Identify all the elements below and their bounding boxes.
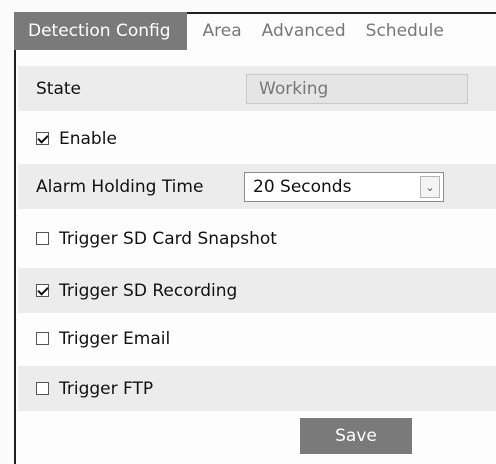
trigger-ftp-row[interactable]: Trigger FTP [18, 366, 496, 411]
tab-bar: Detection Config Area Advanced Schedule [14, 12, 454, 50]
trigger-ftp-label: Trigger FTP [59, 378, 154, 399]
trigger-sd-card-snapshot-checkbox[interactable] [36, 232, 49, 245]
alarm-holding-time-row: Alarm Holding Time 20 Seconds ⌄ [18, 164, 496, 209]
enable-row[interactable]: Enable [18, 116, 496, 161]
trigger-sd-card-snapshot-label: Trigger SD Card Snapshot [59, 228, 277, 249]
alarm-holding-time-label: Alarm Holding Time [36, 176, 204, 197]
trigger-sd-recording-label: Trigger SD Recording [59, 280, 238, 301]
state-label: State [36, 78, 81, 99]
trigger-email-label: Trigger Email [59, 328, 171, 349]
state-row: State Working [18, 66, 496, 111]
trigger-sd-recording-row[interactable]: Trigger SD Recording [18, 268, 496, 313]
trigger-email-checkbox[interactable] [36, 332, 49, 345]
enable-label: Enable [59, 128, 117, 149]
alarm-holding-time-select[interactable]: 20 Seconds ⌄ [244, 172, 444, 202]
alarm-holding-time-value: 20 Seconds [253, 177, 352, 197]
tab-advanced[interactable]: Advanced [252, 12, 356, 50]
detection-config-panel: State Working Enable Alarm Holding Time … [14, 12, 496, 464]
tab-area[interactable]: Area [193, 12, 252, 50]
trigger-sd-recording-checkbox[interactable] [36, 284, 49, 297]
trigger-sd-card-snapshot-row[interactable]: Trigger SD Card Snapshot [18, 216, 496, 261]
tab-schedule[interactable]: Schedule [356, 12, 454, 50]
trigger-email-row[interactable]: Trigger Email [18, 316, 496, 361]
trigger-ftp-checkbox[interactable] [36, 382, 49, 395]
state-value-field: Working [246, 74, 468, 104]
save-button[interactable]: Save [300, 418, 412, 454]
enable-checkbox[interactable] [36, 132, 49, 145]
chevron-down-icon[interactable]: ⌄ [420, 176, 440, 198]
tab-detection-config[interactable]: Detection Config [14, 12, 187, 50]
